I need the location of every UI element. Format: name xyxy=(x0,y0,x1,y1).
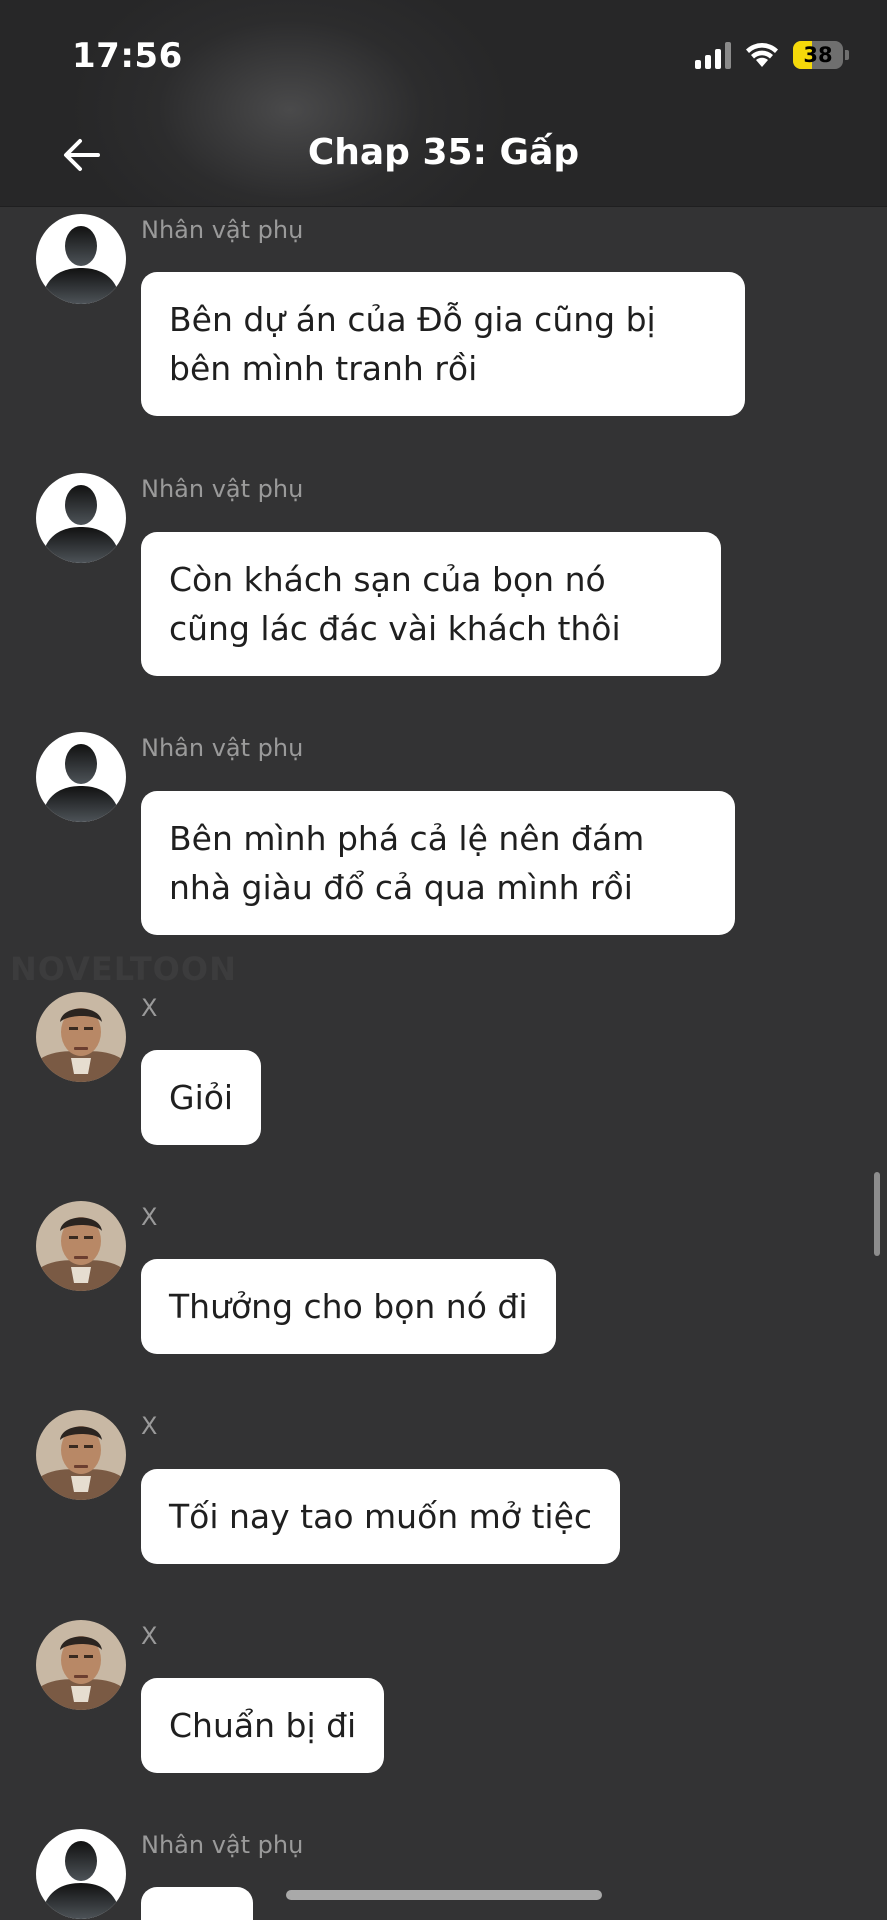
message-bubble[interactable]: Chuẩn bị đi xyxy=(141,1678,385,1773)
sender-name: X xyxy=(141,1622,158,1650)
message-bubble[interactable]: Bên dự án của Đỗ gia cũng bị bên mình tr… xyxy=(141,272,745,416)
message-bubble[interactable]: Giỏi xyxy=(141,1050,262,1145)
silhouette-avatar[interactable] xyxy=(36,473,126,563)
character-x-avatar[interactable] xyxy=(36,992,126,1082)
message-bubble[interactable]: Còn khách sạn của bọn nó cũng lác đác và… xyxy=(141,532,721,676)
status-icons: 38 xyxy=(695,38,849,72)
character-x-avatar[interactable] xyxy=(36,1410,126,1500)
page-title: Chap 35: Gấp xyxy=(307,132,580,173)
cellular-signal-icon xyxy=(695,41,731,69)
message-bubble[interactable]: Thưởng cho bọn nó đi xyxy=(141,1259,556,1354)
status-time: 17:56 xyxy=(72,36,183,76)
message-bubble[interactable]: Bên mình phá cả lệ nên đám nhà giàu đổ c… xyxy=(141,791,735,935)
sender-name: Nhân vật phụ xyxy=(141,734,304,762)
sender-name: X xyxy=(141,1203,158,1231)
character-x-avatar[interactable] xyxy=(36,1620,126,1710)
battery-icon: 38 xyxy=(793,41,849,69)
silhouette-avatar[interactable] xyxy=(36,214,126,304)
message-bubble[interactable]: Tối nay tao muốn mở tiệc xyxy=(141,1469,621,1564)
home-indicator[interactable] xyxy=(286,1890,602,1900)
watermark-logo: NOVELTOON xyxy=(10,950,237,988)
chat-reader-screen: Nhân vật phụ Bên dự án của Đỗ gia cũng b… xyxy=(0,0,887,1920)
sender-name: X xyxy=(141,994,158,1022)
character-x-avatar[interactable] xyxy=(36,1201,126,1291)
sender-name: Nhân vật phụ xyxy=(141,1831,304,1859)
sender-name: Nhân vật phụ xyxy=(141,216,304,244)
top-bar: 17:56 38 Chap 35: Gấp xyxy=(0,0,887,207)
silhouette-avatar[interactable] xyxy=(36,732,126,822)
message-bubble[interactable] xyxy=(141,1887,253,1920)
battery-percent: 38 xyxy=(803,43,833,67)
sender-name: Nhân vật phụ xyxy=(141,475,304,503)
scrollbar-thumb[interactable] xyxy=(874,1172,880,1256)
wifi-icon xyxy=(746,43,778,67)
sender-name: X xyxy=(141,1412,158,1440)
silhouette-avatar[interactable] xyxy=(36,1829,126,1919)
